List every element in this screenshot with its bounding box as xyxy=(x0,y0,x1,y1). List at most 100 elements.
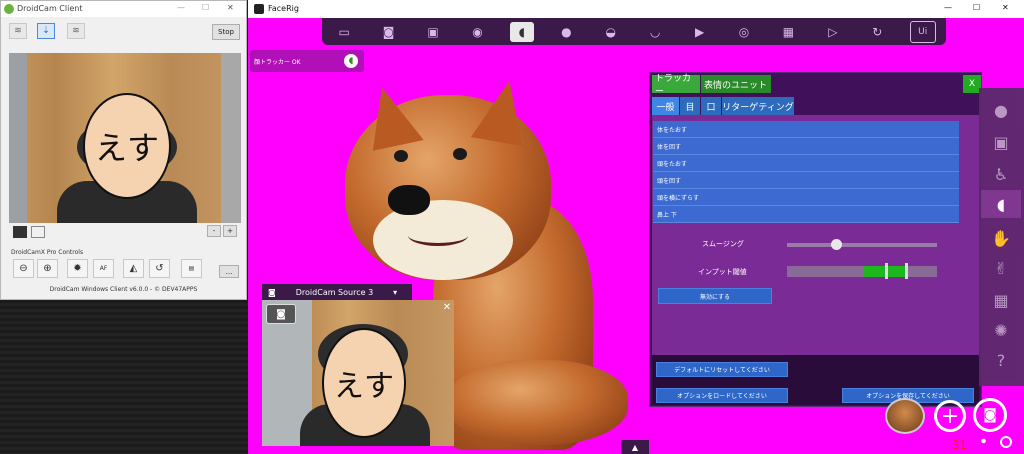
source-label: DroidCam Source 3 xyxy=(295,287,374,297)
jpg-icon[interactable]: ▤ xyxy=(181,259,202,278)
droidcam-window: DroidCam Client — ☐ ✕ ≋ ⇣ ≋ Stop えす - + … xyxy=(0,0,247,300)
right-sidebar: ● ▣ ♿ ◖ ✋ ✌ ▦ ✺ ? xyxy=(979,88,1024,386)
zoom-increase-button[interactable]: + xyxy=(223,225,237,237)
subtab-retargeting[interactable]: リターゲティング xyxy=(722,97,794,115)
input-threshold-label: インプット閾値 xyxy=(698,268,747,276)
facerig-title: FaceRig xyxy=(268,4,299,13)
disable-button[interactable]: 無効にする xyxy=(658,288,772,304)
camera-preview: えす xyxy=(9,53,241,223)
face-mask: えす xyxy=(83,93,171,199)
tracker-status-text: 顔トラッカー OK xyxy=(254,58,301,66)
mirror-icon[interactable]: ◭ xyxy=(123,259,144,278)
snapshot-icon[interactable]: ◙ xyxy=(266,304,296,324)
background-icon[interactable]: ▣ xyxy=(421,22,445,42)
tab-tracker[interactable]: トラッカー xyxy=(652,74,700,97)
copy-icon[interactable] xyxy=(31,226,45,238)
group-icon[interactable]: ◒ xyxy=(599,22,623,42)
hand-icon[interactable]: ✋ xyxy=(986,224,1016,252)
menu-item-head-shift[interactable]: 頭を横にずらす xyxy=(653,189,959,206)
source-close-button[interactable]: ✕ xyxy=(440,300,454,314)
facerig-logo-icon xyxy=(254,4,264,14)
webcam-icon[interactable]: ◙ xyxy=(973,398,1007,432)
reset-defaults-button[interactable]: デフォルトにリセットしてください xyxy=(656,362,788,377)
droidcam-logo-icon xyxy=(4,4,14,14)
gesture-icon[interactable]: ✌ xyxy=(986,254,1016,282)
help-icon[interactable]: ? xyxy=(986,346,1016,374)
add-icon[interactable]: + xyxy=(934,400,966,432)
menu-item-body-tilt[interactable]: 体をたおす xyxy=(653,121,959,138)
avatar-icon[interactable]: ● xyxy=(986,96,1016,124)
autofocus-button[interactable]: AF xyxy=(93,259,114,278)
close-button[interactable]: ✕ xyxy=(1002,3,1009,12)
smoothing-slider-handle[interactable] xyxy=(831,239,842,250)
droidcam-titlebar: DroidCam Client — ☐ ✕ xyxy=(1,1,246,17)
minimize-button[interactable]: — xyxy=(944,3,952,12)
menu-item-head-tilt[interactable]: 頭をたおす xyxy=(653,155,959,172)
top-toolbar: ▭ ◙ ▣ ◉ ◖ ● ◒ ◡ ▶ ◎ ▦ ▷ ↻ Ui xyxy=(322,18,946,45)
desktop-background xyxy=(0,300,250,454)
wifi-icon[interactable]: ≋ xyxy=(9,23,27,39)
camera-icon[interactable]: ◙ xyxy=(377,22,401,42)
menu-item-nose-up-down[interactable]: 鼻上 下 xyxy=(653,206,959,223)
stop-button[interactable]: Stop xyxy=(212,24,240,40)
input-threshold-meter[interactable] xyxy=(787,263,937,279)
fullscreen-icon[interactable]: ▭ xyxy=(332,22,356,42)
film-icon[interactable]: ▦ xyxy=(776,22,800,42)
face-tracking-icon[interactable]: ◖ xyxy=(509,21,534,42)
droidcam-footer: DroidCam Windows Client v6.0.0 - © DEV47… xyxy=(49,286,198,293)
maximize-button[interactable]: ☐ xyxy=(202,3,209,12)
close-button[interactable]: ✕ xyxy=(227,3,234,12)
light-icon[interactable]: ✹ xyxy=(67,259,88,278)
pro-controls-label: DroidCamX Pro Controls xyxy=(11,249,84,256)
zoom-in-icon[interactable]: ⊕ xyxy=(37,259,58,278)
tracker-settings-panel: トラッカー 表情のユニット X 一般 目 口 リターゲティング 体をたおす 体を… xyxy=(649,72,982,407)
facerig-titlebar: FaceRig — ☐ ✕ xyxy=(248,0,1024,18)
maximize-button[interactable]: ☐ xyxy=(973,3,980,12)
menu-item-body-turn[interactable]: 体を回す xyxy=(653,138,959,155)
menu-item-head-turn[interactable]: 頭を回す xyxy=(653,172,959,189)
broadcast-icon[interactable]: ◉ xyxy=(465,22,489,42)
zoom-decrease-button[interactable]: - xyxy=(207,225,221,237)
play-icon[interactable]: ▶ xyxy=(688,22,712,42)
expand-up-icon[interactable]: ▲ xyxy=(621,440,649,454)
ui-button[interactable]: Ui xyxy=(909,20,936,43)
load-options-button[interactable]: オプションをロードしてください xyxy=(656,388,788,403)
tab-expression-units[interactable]: 表情のユニット xyxy=(701,75,771,93)
source-dropdown-icon[interactable]: ▾ xyxy=(393,288,397,297)
usb-icon[interactable]: ⇣ xyxy=(37,23,55,39)
bottom-counter: 31 xyxy=(952,438,967,452)
tracker-status: 顔トラッカー OK ◖ xyxy=(250,50,364,72)
refresh-icon[interactable]: ↻ xyxy=(865,22,889,42)
video-icon[interactable]: ▷ xyxy=(821,22,845,42)
source-window: ◙ DroidCam Source 3 ▾ えす ◙ ✕ xyxy=(262,284,454,446)
walk-icon[interactable]: ♿ xyxy=(986,160,1016,188)
facerig-window: FaceRig — ☐ ✕ ▭ ◙ ▣ ◉ ◖ ● ◒ ◡ ▶ ◎ ▦ ▷ ↻ … xyxy=(248,0,1024,454)
zoom-out-icon[interactable]: ⊖ xyxy=(13,259,34,278)
minimize-button[interactable]: — xyxy=(177,3,185,12)
status-circle-icon[interactable] xyxy=(1000,436,1012,448)
smoothing-label: スムージング xyxy=(702,240,744,248)
more-button[interactable]: ... xyxy=(219,265,239,278)
wifi-s-icon[interactable]: ≋ xyxy=(67,23,85,39)
subtab-eyes[interactable]: 目 xyxy=(680,97,700,115)
avatar-thumbnail[interactable] xyxy=(885,398,925,434)
tracking-icon[interactable]: ◖ xyxy=(981,190,1021,218)
person-icon[interactable]: ● xyxy=(554,22,578,42)
rotate-icon[interactable]: ↺ xyxy=(149,259,170,278)
mic-icon[interactable]: ⏺ xyxy=(981,436,986,447)
screenshot-icon[interactable] xyxy=(13,226,27,238)
tracker-head-icon: ◖ xyxy=(344,54,358,68)
subtab-general[interactable]: 一般 xyxy=(652,97,679,115)
droidcam-title: DroidCam Client xyxy=(17,4,83,13)
smoothing-slider[interactable] xyxy=(787,239,937,250)
source-header[interactable]: ◙ DroidCam Source 3 ▾ xyxy=(262,284,412,300)
subtab-mouth[interactable]: 口 xyxy=(701,97,721,115)
eye-icon[interactable]: ◎ xyxy=(732,22,756,42)
lips-icon[interactable]: ◡ xyxy=(643,22,667,42)
background-icon[interactable]: ▣ xyxy=(986,128,1016,156)
settings-icon[interactable]: ✺ xyxy=(986,316,1016,344)
camera-icon: ◙ xyxy=(268,287,276,297)
source-preview: えす ◙ ✕ xyxy=(262,300,454,446)
record-icon[interactable]: ▦ xyxy=(986,286,1016,314)
face-mask: えす xyxy=(322,328,406,438)
